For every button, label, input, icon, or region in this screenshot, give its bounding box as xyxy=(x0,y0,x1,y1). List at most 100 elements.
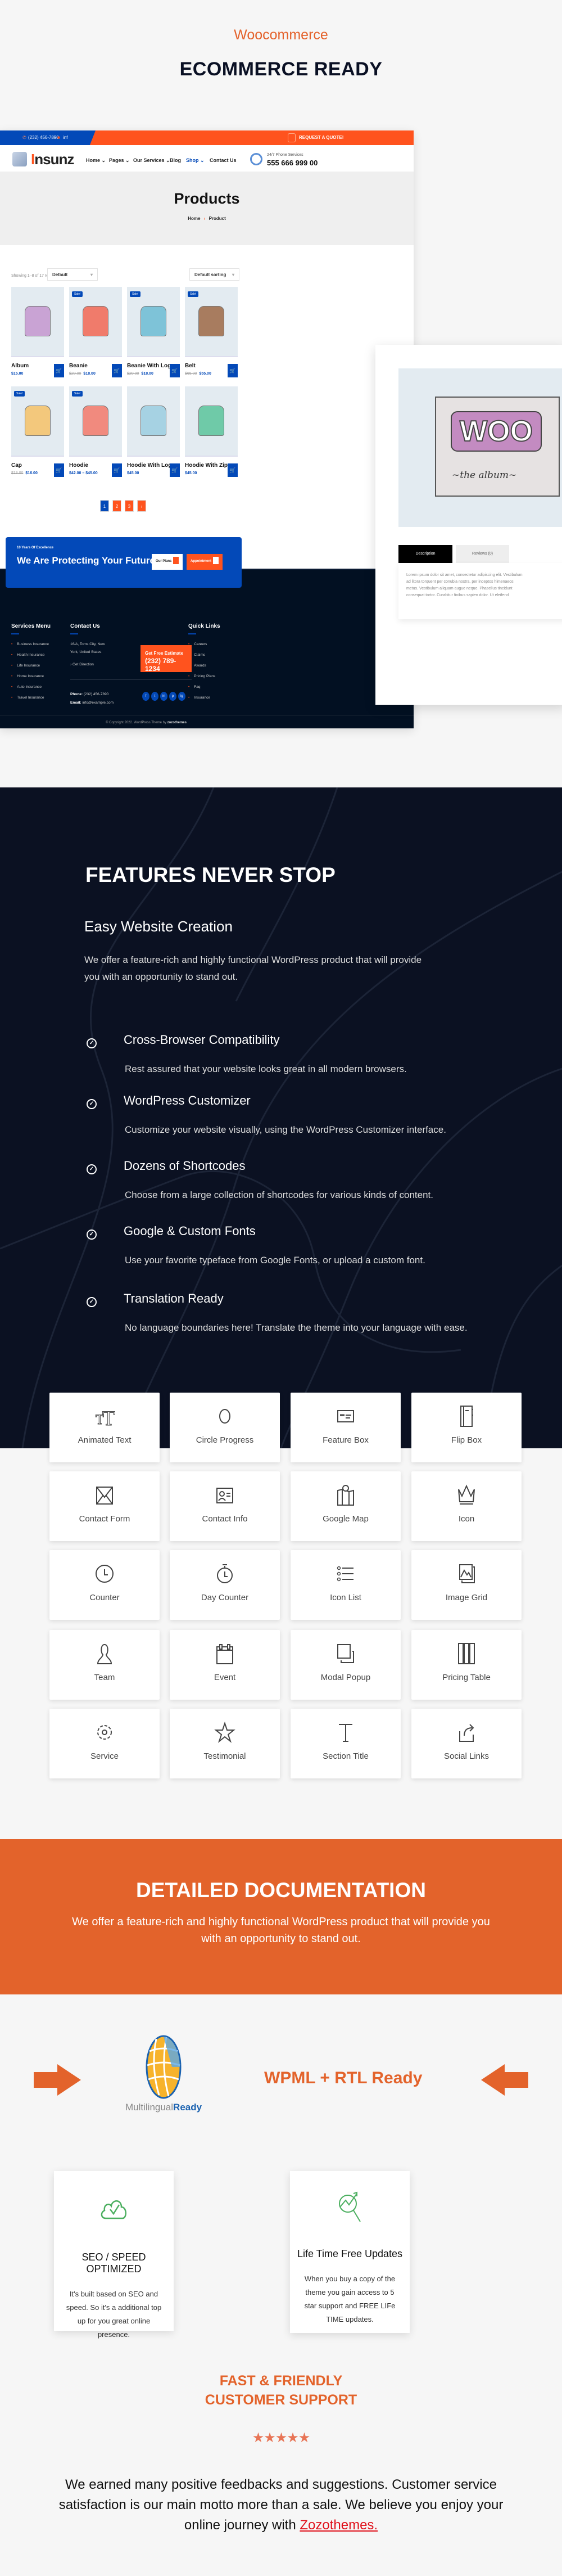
next-page-button[interactable]: › xyxy=(137,500,146,512)
product-image[interactable] xyxy=(185,386,238,457)
product-card[interactable]: Sale! 🛒 Beanie $20.00 $18.00 xyxy=(69,287,122,377)
product-image[interactable] xyxy=(11,287,64,357)
footer-link[interactable]: • Home Insurance xyxy=(11,674,49,678)
widget-card[interactable]: Team xyxy=(49,1630,160,1700)
our-plans-button[interactable]: Our Plans xyxy=(152,554,183,570)
instagram-icon[interactable]: ig xyxy=(178,692,185,701)
request-quote-button[interactable]: REQUEST A QUOTE! xyxy=(299,135,343,140)
widget-label: Service xyxy=(90,1751,119,1761)
footer-link[interactable]: • Faq xyxy=(188,685,215,689)
logo[interactable]: Insunz xyxy=(31,151,74,168)
free-estimate-box[interactable]: Get Free Estimate (232) 789-1234 xyxy=(140,645,192,673)
product-image[interactable]: Sale! xyxy=(69,287,122,357)
sort-select[interactable]: Default sorting ▾ xyxy=(189,268,239,281)
tab-reviews[interactable]: Reviews (0) xyxy=(456,545,509,563)
add-to-cart-button[interactable]: 🛒 xyxy=(54,364,64,377)
breadcrumb-home[interactable]: Home xyxy=(188,216,200,221)
product-image[interactable]: Sale! xyxy=(185,287,238,357)
per-page-select[interactable]: Default ▾ xyxy=(47,268,98,281)
star-icon: ★ xyxy=(298,2430,310,2446)
footer-link[interactable]: • Life Insurance xyxy=(11,664,49,668)
product-card[interactable]: Sale! 🛒 Belt $65.00 $55.00 xyxy=(185,287,238,377)
product-card[interactable]: 🛒 Album $15.00 xyxy=(11,287,64,377)
updates-card-title: Life Time Free Updates xyxy=(297,2248,403,2259)
feature-text: Customize your website visually, using t… xyxy=(125,1124,446,1135)
product-card[interactable]: 🛒 Hoodie With Logo $45.00 xyxy=(127,386,180,477)
appointment-button[interactable]: Appointment xyxy=(187,554,223,570)
widget-card[interactable]: Social Links xyxy=(411,1709,522,1778)
product-card[interactable]: Sale! 🛒 Beanie With Logo $20.00 $18.00 xyxy=(127,287,180,377)
widget-label: Day Counter xyxy=(201,1593,249,1602)
nav-pages[interactable]: Pages ⌄ xyxy=(109,157,130,164)
product-image[interactable]: Sale! xyxy=(127,287,180,357)
footer-link[interactable]: • Business Insurance xyxy=(11,642,49,646)
widget-label: Google Map xyxy=(323,1514,369,1524)
widget-card[interactable]: Icon List xyxy=(291,1550,401,1620)
widget-card[interactable]: Testimonial xyxy=(170,1709,280,1778)
widget-card[interactable]: Contact Form xyxy=(49,1471,160,1541)
sale-badge: Sale! xyxy=(130,291,141,297)
multilingual-logo-text: MultilingualReady xyxy=(125,2102,202,2113)
rating-stars: ★★★★★ xyxy=(0,2430,562,2446)
social-links: f t in p ig xyxy=(142,692,185,701)
product-detail-screenshot: WOO ~the album~ Description Reviews (0) … xyxy=(375,345,562,705)
page-1-button[interactable]: 1 xyxy=(100,500,109,512)
footer-link[interactable]: • Health Insurance xyxy=(11,653,49,657)
woo-logo: WOO xyxy=(451,411,542,452)
facebook-icon[interactable]: f xyxy=(142,692,149,701)
widget-card[interactable]: Google Map xyxy=(291,1471,401,1541)
add-to-cart-button[interactable]: 🛒 xyxy=(112,463,122,477)
product-card[interactable]: 🛒 Hoodie With Zipper $45.00 xyxy=(185,386,238,477)
widget-card[interactable]: Section Title xyxy=(291,1709,401,1778)
add-to-cart-button[interactable]: 🛒 xyxy=(170,364,180,377)
footer-link[interactable]: • Claims xyxy=(188,653,215,657)
nav-home[interactable]: Home ⌄ xyxy=(86,157,106,164)
widget-card[interactable]: Counter xyxy=(49,1550,160,1620)
widget-card[interactable]: TT Animated Text xyxy=(49,1393,160,1462)
widget-card[interactable]: Day Counter xyxy=(170,1550,280,1620)
widget-card[interactable]: Image Grid xyxy=(411,1550,522,1620)
copyright-brand-link[interactable]: zozothemes xyxy=(167,721,187,724)
zozothemes-link[interactable]: Zozothemes. xyxy=(300,2518,378,2533)
widget-card[interactable]: Circle Progress xyxy=(170,1393,280,1462)
widget-card[interactable]: Icon xyxy=(411,1471,522,1541)
footer-link[interactable]: • Pricing Plans xyxy=(188,674,215,678)
add-to-cart-button[interactable]: 🛒 xyxy=(228,463,238,477)
product-card[interactable]: Sale! 🛒 Hoodie $42.00 – $45.00 xyxy=(69,386,122,477)
footer-link[interactable]: • Auto Insurance xyxy=(11,685,49,689)
nav-blog[interactable]: Blog xyxy=(170,157,181,163)
add-to-cart-button[interactable]: 🛒 xyxy=(228,364,238,377)
footer-link[interactable]: • Insurance xyxy=(188,696,215,700)
page-2-button[interactable]: 2 xyxy=(112,500,121,512)
chart-search-icon xyxy=(338,2191,361,2222)
widget-card[interactable]: Feature Box xyxy=(291,1393,401,1462)
twitter-icon[interactable]: t xyxy=(151,692,158,701)
widget-card[interactable]: Service xyxy=(49,1709,160,1778)
widget-card[interactable]: Event xyxy=(170,1630,280,1700)
footer-link[interactable]: • Awards xyxy=(188,664,215,668)
add-to-cart-button[interactable]: 🛒 xyxy=(54,463,64,477)
page-3-button[interactable]: 3 xyxy=(125,500,134,512)
linkedin-icon[interactable]: in xyxy=(160,692,167,701)
widget-card[interactable]: Contact Info xyxy=(170,1471,280,1541)
footer-link[interactable]: • Travel Insurance xyxy=(11,696,49,700)
product-card[interactable]: Sale! 🛒 Cap $18.00 $16.00 xyxy=(11,386,64,477)
get-direction-link[interactable]: › Get Direction xyxy=(70,663,94,666)
widget-card[interactable]: Flip Box xyxy=(411,1393,522,1462)
add-to-cart-button[interactable]: 🛒 xyxy=(170,463,180,477)
nav-our-services[interactable]: Our Services ⌄ xyxy=(133,157,170,164)
add-to-cart-button[interactable]: 🛒 xyxy=(112,364,122,377)
nav-shop[interactable]: Shop ⌄ xyxy=(186,157,205,164)
main-nav: Insunz Home ⌄ Pages ⌄ Our Services ⌄ Blo… xyxy=(0,145,414,172)
widget-card[interactable]: Modal Popup xyxy=(291,1630,401,1700)
product-illustration xyxy=(83,406,108,436)
footer-link[interactable]: • Careers xyxy=(188,642,215,646)
pinterest-icon[interactable]: p xyxy=(169,692,176,701)
widget-label: Pricing Table xyxy=(442,1673,491,1682)
nav-contact-us[interactable]: Contact Us xyxy=(210,157,237,163)
product-image[interactable]: Sale! xyxy=(11,386,64,457)
product-image[interactable] xyxy=(127,386,180,457)
widget-card[interactable]: Pricing Table xyxy=(411,1630,522,1700)
tab-description[interactable]: Description xyxy=(398,545,452,563)
product-image[interactable]: Sale! xyxy=(69,386,122,457)
